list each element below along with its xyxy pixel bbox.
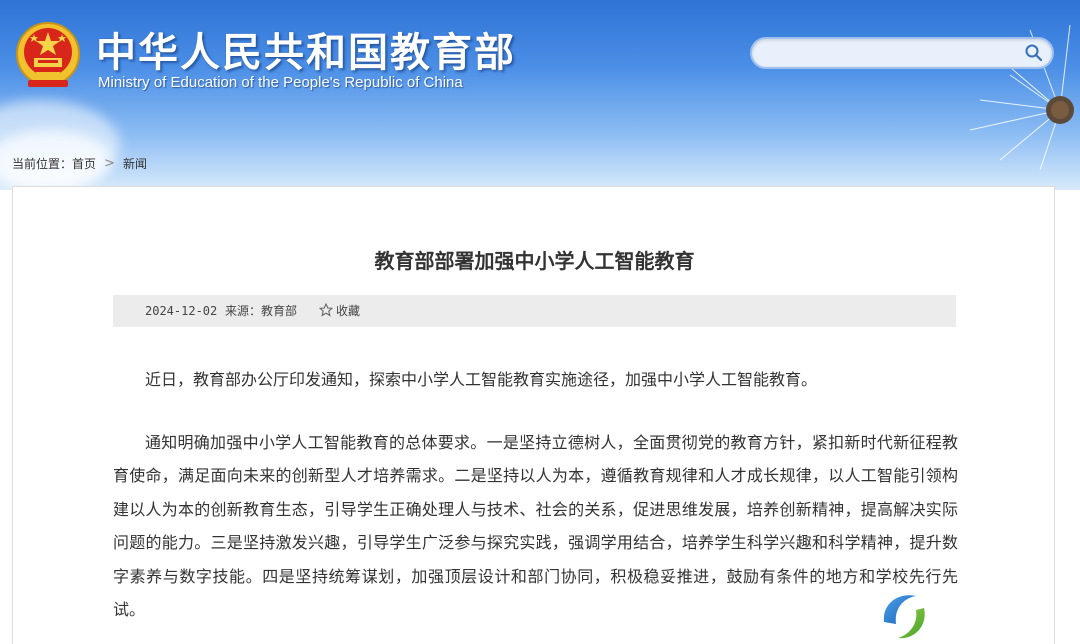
favorite-button[interactable]: 收藏 bbox=[319, 295, 360, 327]
site-title[interactable]: 中华人民共和国教育部 bbox=[96, 20, 516, 78]
floating-logo-icon bbox=[877, 589, 931, 643]
search-box bbox=[750, 37, 1054, 69]
breadcrumb-home-link[interactable]: 首页 bbox=[72, 157, 96, 171]
article-paragraph: 通知明确加强中小学人工智能教育的总体要求。一是坚持立德树人，全面贯彻党的教育方针… bbox=[113, 432, 958, 620]
article-source: 来源：教育部 bbox=[225, 304, 298, 318]
site-header: 中华人民共和国教育部 Ministry of Education of the … bbox=[0, 0, 1080, 190]
article-date: 2024-12-02 bbox=[145, 304, 218, 318]
article-title: 教育部部署加强中小学人工智能教育 bbox=[374, 249, 695, 273]
search-icon[interactable] bbox=[1024, 43, 1044, 63]
article-container: 教育部部署加强中小学人工智能教育 2024-12-02 来源：教育部 收藏 近日… bbox=[12, 186, 1055, 644]
breadcrumb: 当前位置：首页 > 新闻 bbox=[12, 155, 147, 172]
breadcrumb-news-link[interactable]: 新闻 bbox=[123, 157, 147, 171]
national-emblem-icon bbox=[16, 22, 80, 87]
article-meta-bar: 2024-12-02 来源：教育部 收藏 bbox=[113, 295, 956, 327]
star-icon bbox=[319, 303, 333, 317]
article-body: 近日，教育部办公厅印发通知，探索中小学人工智能教育实施途径，加强中小学人工智能教… bbox=[113, 363, 958, 627]
favorite-label: 收藏 bbox=[336, 304, 361, 318]
search-input[interactable] bbox=[766, 43, 1016, 63]
breadcrumb-separator: > bbox=[104, 156, 115, 171]
site-subtitle: Ministry of Education of the People's Re… bbox=[98, 74, 463, 91]
breadcrumb-prefix: 当前位置： bbox=[12, 157, 73, 171]
article-paragraph: 近日，教育部办公厅印发通知，探索中小学人工智能教育实施途径，加强中小学人工智能教… bbox=[145, 370, 818, 389]
